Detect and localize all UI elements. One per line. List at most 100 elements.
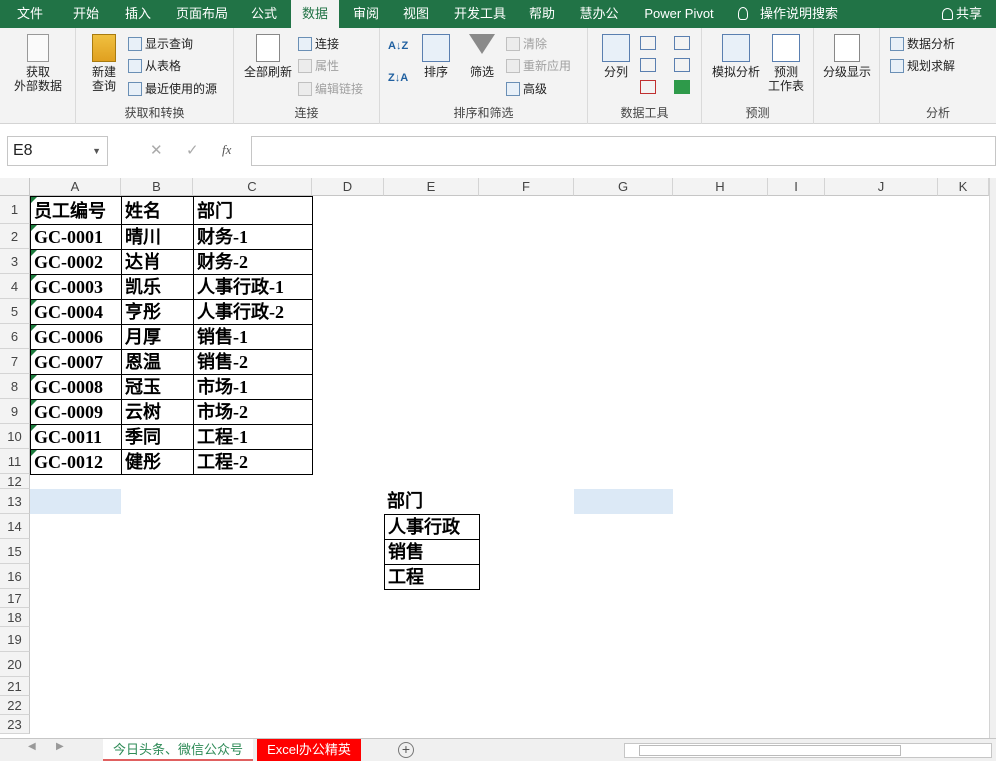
row-header[interactable]: 13: [0, 489, 30, 514]
prev-sheet-icon[interactable]: ◀: [28, 741, 36, 752]
table-cell[interactable]: GC-0008: [30, 374, 122, 400]
table-cell[interactable]: 云树: [121, 399, 194, 425]
new-query-button[interactable]: 新建 查询: [82, 34, 126, 93]
table-cell[interactable]: 市场-2: [193, 399, 313, 425]
table-cell[interactable]: 市场-1: [193, 374, 313, 400]
vertical-scrollbar[interactable]: [989, 178, 996, 738]
table-cell[interactable]: GC-0011: [30, 424, 122, 450]
table-header-cell[interactable]: 姓名: [121, 196, 194, 225]
what-if-analysis-button[interactable]: 模拟分析: [708, 34, 764, 79]
row-header[interactable]: 12: [0, 474, 30, 489]
row-header[interactable]: 9: [0, 399, 30, 424]
tell-me-search[interactable]: 操作说明搜索: [738, 0, 838, 28]
table-cell[interactable]: 财务-1: [193, 224, 313, 250]
col-header-j[interactable]: J: [825, 178, 938, 196]
add-sheet-button[interactable]: +: [398, 742, 414, 758]
horizontal-scroll-thumb[interactable]: [639, 745, 901, 756]
row-header[interactable]: 18: [0, 608, 30, 627]
sort-button[interactable]: 排序: [416, 34, 456, 79]
tab-insert[interactable]: 插入: [116, 0, 160, 28]
tab-review[interactable]: 审阅: [346, 0, 386, 28]
next-sheet-icon[interactable]: ▶: [56, 741, 64, 752]
row-header[interactable]: 8: [0, 374, 30, 399]
table-cell[interactable]: 工程-2: [193, 449, 313, 475]
recent-sources-button[interactable]: 最近使用的源: [128, 79, 217, 99]
criteria-item[interactable]: 工程: [384, 564, 480, 590]
data-analysis-button[interactable]: 数据分析: [890, 34, 955, 54]
col-header-d[interactable]: D: [312, 178, 384, 196]
tab-developer[interactable]: 开发工具: [448, 0, 512, 28]
col-header-e[interactable]: E: [384, 178, 479, 196]
sort-az-icon[interactable]: A↓Z: [388, 40, 408, 52]
horizontal-scrollbar[interactable]: [624, 743, 992, 758]
cancel-icon[interactable]: ✕: [150, 141, 163, 159]
col-header-g[interactable]: G: [574, 178, 673, 196]
refresh-all-button[interactable]: 全部刷新: [240, 34, 296, 79]
name-box[interactable]: E8 ▼: [7, 136, 108, 166]
table-cell[interactable]: GC-0001: [30, 224, 122, 250]
row-header[interactable]: 5: [0, 299, 30, 324]
tab-view[interactable]: 视图: [396, 0, 436, 28]
table-cell[interactable]: 财务-2: [193, 249, 313, 275]
properties-button[interactable]: 属性: [298, 56, 339, 76]
table-cell[interactable]: 季同: [121, 424, 194, 450]
consolidate-icon[interactable]: [674, 36, 690, 50]
table-cell[interactable]: GC-0006: [30, 324, 122, 350]
get-external-data-button[interactable]: 获取 外部数据: [6, 34, 70, 93]
text-to-columns-button[interactable]: 分列: [598, 34, 634, 79]
table-header-cell[interactable]: 部门: [193, 196, 313, 225]
col-header-a[interactable]: A: [30, 178, 121, 196]
col-header-b[interactable]: B: [121, 178, 193, 196]
edit-links-button[interactable]: 编辑链接: [298, 79, 363, 99]
col-header-c[interactable]: C: [193, 178, 312, 196]
table-cell[interactable]: 销售-1: [193, 324, 313, 350]
table-header-cell[interactable]: 员工编号: [30, 196, 122, 225]
criteria-header[interactable]: 部门: [384, 489, 479, 514]
row-header[interactable]: 16: [0, 564, 30, 589]
row-header[interactable]: 6: [0, 324, 30, 349]
table-cell[interactable]: 亨彤: [121, 299, 194, 325]
from-table-button[interactable]: 从表格: [128, 56, 181, 76]
table-cell[interactable]: GC-0003: [30, 274, 122, 300]
table-cell[interactable]: GC-0002: [30, 249, 122, 275]
row-header[interactable]: 17: [0, 589, 30, 608]
row-header[interactable]: 20: [0, 652, 30, 677]
share-button[interactable]: 共享: [942, 0, 982, 28]
row-header[interactable]: 15: [0, 539, 30, 564]
tab-home[interactable]: 开始: [64, 0, 108, 28]
table-cell[interactable]: GC-0007: [30, 349, 122, 375]
row-header[interactable]: 7: [0, 349, 30, 374]
forecast-sheet-button[interactable]: 预测 工作表: [764, 34, 808, 93]
table-cell[interactable]: 销售-2: [193, 349, 313, 375]
row-header[interactable]: 3: [0, 249, 30, 274]
row-header[interactable]: 11: [0, 449, 30, 474]
tab-hui-bangong[interactable]: 慧办公: [574, 0, 624, 28]
tab-page-layout[interactable]: 页面布局: [170, 0, 234, 28]
table-cell[interactable]: 冠玉: [121, 374, 194, 400]
chevron-down-icon[interactable]: ▼: [92, 137, 101, 165]
show-query-button[interactable]: 显示查询: [128, 34, 193, 54]
row-header[interactable]: 1: [0, 196, 30, 224]
flash-fill-icon[interactable]: [640, 36, 656, 50]
connections-button[interactable]: 连接: [298, 34, 339, 54]
col-header-k[interactable]: K: [938, 178, 989, 196]
row-header[interactable]: 10: [0, 424, 30, 449]
data-validation-icon[interactable]: [640, 80, 656, 94]
table-cell[interactable]: 月厚: [121, 324, 194, 350]
filter-button[interactable]: 筛选: [464, 34, 500, 79]
row-header[interactable]: 4: [0, 274, 30, 299]
row-header[interactable]: 22: [0, 696, 30, 715]
table-cell[interactable]: 人事行政-1: [193, 274, 313, 300]
row-header[interactable]: 14: [0, 514, 30, 539]
row-header[interactable]: 19: [0, 627, 30, 652]
row-header[interactable]: 21: [0, 677, 30, 696]
formula-input[interactable]: [251, 136, 996, 166]
tab-power-pivot[interactable]: Power Pivot: [636, 0, 722, 28]
remove-duplicates-icon[interactable]: [640, 58, 656, 72]
solver-button[interactable]: 规划求解: [890, 56, 955, 76]
table-cell[interactable]: 恩温: [121, 349, 194, 375]
criteria-item[interactable]: 销售: [384, 539, 480, 565]
reapply-button[interactable]: 重新应用: [506, 56, 571, 76]
table-cell[interactable]: 健彤: [121, 449, 194, 475]
row-header[interactable]: 23: [0, 715, 30, 734]
